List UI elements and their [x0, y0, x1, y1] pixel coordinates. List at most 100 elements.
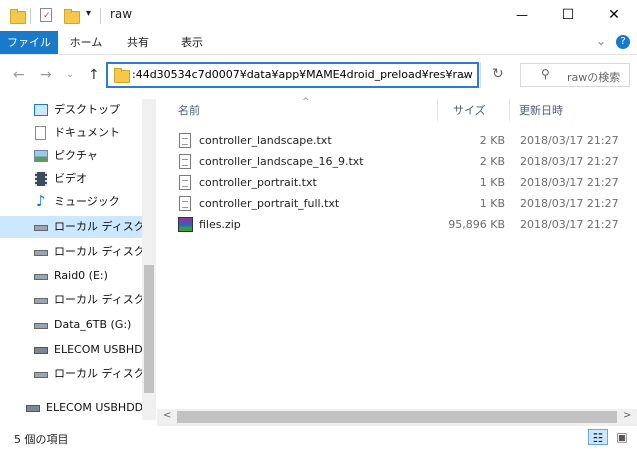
text-file-icon: [179, 196, 191, 211]
drive-icon: [34, 323, 48, 329]
horizontal-scrollbar[interactable]: < >: [157, 409, 637, 426]
file-size: 1 KB: [479, 176, 505, 189]
sidebar-item-drive-g[interactable]: Data_6TB (G:): [0, 314, 142, 336]
sidebar-item-usb-drive[interactable]: ELECOM USBHDD: [0, 397, 142, 419]
search-input[interactable]: rawの検索: [567, 69, 620, 85]
usb-drive-icon: [34, 347, 48, 354]
sidebar-item-documents[interactable]: ドキュメント: [0, 122, 142, 144]
search-icon: ⚲: [541, 67, 550, 81]
maximize-button[interactable]: ☐: [545, 0, 591, 30]
sidebar-item-label: Data_6TB (G:): [54, 318, 132, 331]
sidebar-item-drive-d[interactable]: ローカル ディスク (D: [0, 241, 142, 263]
sidebar-item-drive-e[interactable]: Raid0 (E:): [0, 265, 142, 287]
expand-ribbon-icon[interactable]: ⌄: [596, 34, 606, 48]
title-bar: ✓ ▾ raw — ☐ ✕: [0, 0, 637, 31]
sidebar-item-label: ピクチャ: [54, 149, 98, 162]
help-icon[interactable]: ?: [616, 35, 630, 49]
sidebar-item-usb-drive-h[interactable]: ELECOM USBHD: [0, 339, 142, 361]
sidebar-item-videos[interactable]: ビデオ: [0, 168, 142, 190]
title-separator: [100, 8, 101, 24]
sidebar-item-label: ドキュメント: [54, 126, 120, 139]
scroll-right-icon[interactable]: >: [623, 410, 631, 421]
address-input[interactable]: :44d30534c7d0007¥data¥app¥MAME4droid_pre…: [132, 68, 473, 81]
sidebar-item-label: ローカル ディスク (C: [54, 220, 142, 233]
sidebar-item-label: デスクトップ: [54, 103, 120, 116]
item-count: 5 個の項目: [14, 433, 69, 446]
scroll-left-icon[interactable]: <: [163, 410, 171, 421]
refresh-button[interactable]: ↻: [492, 66, 504, 82]
sidebar-item-label: ELECOM USBHD: [54, 343, 142, 356]
status-bar: 5 個の項目 ☷ ▣: [0, 426, 637, 449]
text-file-icon: [179, 154, 191, 169]
sidebar-item-label: ローカル ディスク (F: [54, 293, 142, 306]
file-size: 2 KB: [479, 155, 505, 168]
sidebar-item-desktop[interactable]: デスクトップ: [0, 99, 142, 121]
up-button[interactable]: ↑: [88, 67, 100, 83]
file-row[interactable]: controller_portrait.txt 1 KB 2018/03/17 …: [175, 172, 625, 193]
pictures-icon: [34, 150, 48, 162]
tab-home[interactable]: ホーム: [62, 31, 110, 54]
address-separator: [480, 62, 481, 88]
desktop-icon: [34, 104, 48, 116]
column-separator[interactable]: [509, 99, 510, 121]
tab-view[interactable]: 表示: [166, 31, 218, 54]
horizontal-scrollbar-thumb[interactable]: [177, 411, 617, 423]
tab-file[interactable]: ファイル: [0, 31, 58, 54]
tab-share[interactable]: 共有: [114, 31, 162, 54]
sidebar-item-label: ローカル ディスク (D: [54, 245, 142, 258]
sidebar-item-music[interactable]: ♪ ミュージック: [0, 191, 142, 213]
sidebar-scrollbar[interactable]: [142, 99, 156, 420]
folder-icon: [10, 9, 26, 24]
file-size: 95,896 KB: [448, 218, 505, 231]
file-modified: 2018/03/17 21:27: [520, 218, 619, 231]
drive-icon: [34, 372, 48, 378]
usb-drive-icon: [26, 405, 40, 412]
file-row[interactable]: controller_landscape_16_9.txt 2 KB 2018/…: [175, 151, 625, 172]
folder-icon: [114, 68, 130, 83]
properties-icon[interactable]: ✓: [40, 8, 52, 22]
details-view-button[interactable]: ☷: [588, 429, 608, 445]
sidebar-item-drive-c[interactable]: ローカル ディスク (C: [0, 216, 142, 238]
close-button[interactable]: ✕: [591, 0, 637, 30]
file-name: controller_portrait_full.txt: [199, 197, 340, 210]
text-file-icon: [179, 133, 191, 148]
navigation-pane: デスクトップ ドキュメント ピクチャ ビデオ ♪ ミュージック ローカル ディス…: [0, 99, 156, 420]
column-header-size[interactable]: サイズ: [453, 102, 486, 118]
file-modified: 2018/03/17 21:27: [520, 134, 619, 147]
file-row[interactable]: controller_landscape.txt 2 KB 2018/03/17…: [175, 130, 625, 151]
back-button[interactable]: ←: [13, 67, 25, 83]
drive-icon: [34, 298, 48, 304]
sidebar-scrollbar-thumb[interactable]: [144, 265, 154, 393]
navigation-bar: ← → ⌄ ↑ :44d30534c7d0007¥data¥app¥MAME4d…: [0, 55, 637, 99]
sidebar-item-label: Raid0 (E:): [54, 269, 108, 282]
sidebar-item-label: ビデオ: [54, 172, 87, 185]
forward-button[interactable]: →: [40, 67, 52, 83]
sidebar-item-pictures[interactable]: ピクチャ: [0, 145, 142, 167]
recent-locations-button[interactable]: ⌄: [66, 69, 74, 80]
address-bar[interactable]: :44d30534c7d0007¥data¥app¥MAME4droid_pre…: [106, 62, 479, 88]
zip-archive-icon: [178, 217, 193, 232]
file-size: 2 KB: [479, 134, 505, 147]
file-modified: 2018/03/17 21:27: [520, 155, 619, 168]
column-header-name[interactable]: 名前: [178, 102, 200, 118]
file-name: controller_landscape_16_9.txt: [199, 155, 364, 168]
sidebar-item-drive-i[interactable]: ローカル ディスク (I:: [0, 363, 142, 385]
text-file-icon: [179, 175, 191, 190]
search-box[interactable]: ⚲ rawの検索: [520, 63, 630, 87]
large-icons-view-button[interactable]: ▣: [612, 429, 632, 445]
column-header-modified[interactable]: 更新日時: [519, 102, 563, 118]
file-modified: 2018/03/17 21:27: [520, 176, 619, 189]
sidebar-item-drive-f[interactable]: ローカル ディスク (F: [0, 289, 142, 311]
drive-icon: [34, 250, 48, 256]
sidebar-item-label: ミュージック: [54, 195, 120, 208]
music-icon: ♪: [36, 192, 46, 210]
address-dropdown-icon[interactable]: ⌄: [459, 68, 468, 81]
file-row[interactable]: files.zip 95,896 KB 2018/03/17 21:27: [175, 214, 625, 235]
quick-access-dropdown[interactable]: ▾: [86, 8, 91, 19]
sidebar-item-label: ELECOM USBHDD: [46, 401, 142, 414]
new-folder-icon[interactable]: [64, 9, 80, 24]
minimize-button[interactable]: —: [499, 0, 545, 30]
videos-icon: [35, 172, 47, 186]
column-separator[interactable]: [437, 99, 438, 121]
file-row[interactable]: controller_portrait_full.txt 1 KB 2018/0…: [175, 193, 625, 214]
